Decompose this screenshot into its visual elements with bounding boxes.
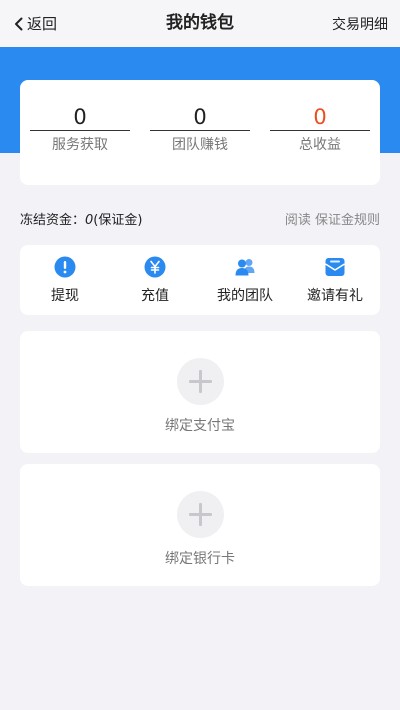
- yen-circle-icon: [144, 256, 166, 277]
- frozen-funds-label: 冻结资金：: [20, 212, 86, 228]
- bind-bank-card[interactable]: 绑定银行卡: [20, 464, 380, 586]
- stat-team-earnings: 0 团队赚钱: [150, 104, 250, 185]
- plus-icon: [176, 491, 224, 538]
- stat-value: 0: [270, 104, 370, 131]
- withdraw-button[interactable]: 提现: [20, 256, 110, 305]
- frozen-funds-suffix: (保证金): [93, 212, 143, 228]
- stat-label: 服务获取: [52, 137, 108, 153]
- invite-button[interactable]: 邀请有礼: [290, 256, 380, 305]
- my-team-button[interactable]: 我的团队: [200, 256, 290, 305]
- stat-value: 0: [150, 104, 250, 131]
- deposit-rules-link[interactable]: 阅读 保证金规则: [285, 209, 380, 228]
- plus-icon: [176, 358, 224, 405]
- back-label: 返回: [27, 15, 58, 33]
- stat-service-earnings: 0 服务获取: [30, 104, 130, 185]
- back-button[interactable]: 返回: [0, 0, 57, 47]
- earnings-card: 0 服务获取 0 团队赚钱 0 总收益: [20, 80, 380, 185]
- transaction-details-link[interactable]: 交易明细: [332, 14, 400, 34]
- recharge-label: 充值: [141, 287, 169, 304]
- stat-label: 总收益: [299, 137, 341, 153]
- chevron-left-icon: [15, 17, 23, 30]
- recharge-button[interactable]: 充值: [110, 256, 200, 305]
- stat-total-income: 0 总收益: [270, 104, 370, 185]
- invite-label: 邀请有礼: [307, 287, 363, 304]
- team-icon: [235, 258, 255, 275]
- frozen-funds-text: 冻结资金：0(保证金): [20, 209, 142, 228]
- stat-value: 0: [30, 104, 130, 131]
- nav-bar: 返回 我的钱包 交易明细: [0, 0, 400, 47]
- bind-alipay-label: 绑定支付宝: [165, 418, 235, 434]
- stat-label: 团队赚钱: [172, 137, 228, 153]
- frozen-funds-row: 冻结资金：0(保证金) 阅读 保证金规则: [20, 207, 380, 229]
- withdraw-label: 提现: [51, 287, 79, 304]
- quick-actions-card: 提现 充值 我的团队 邀请有礼: [20, 245, 380, 315]
- my-team-label: 我的团队: [217, 287, 273, 304]
- wallet-page: 返回 我的钱包 交易明细 0 服务获取 0 团队赚钱 0 总收益 冻结资金：0(…: [0, 0, 400, 710]
- exclamation-circle-icon: [54, 256, 76, 277]
- bind-alipay-card[interactable]: 绑定支付宝: [20, 331, 380, 453]
- invite-envelope-icon: [325, 257, 345, 276]
- bind-bank-label: 绑定银行卡: [165, 551, 235, 567]
